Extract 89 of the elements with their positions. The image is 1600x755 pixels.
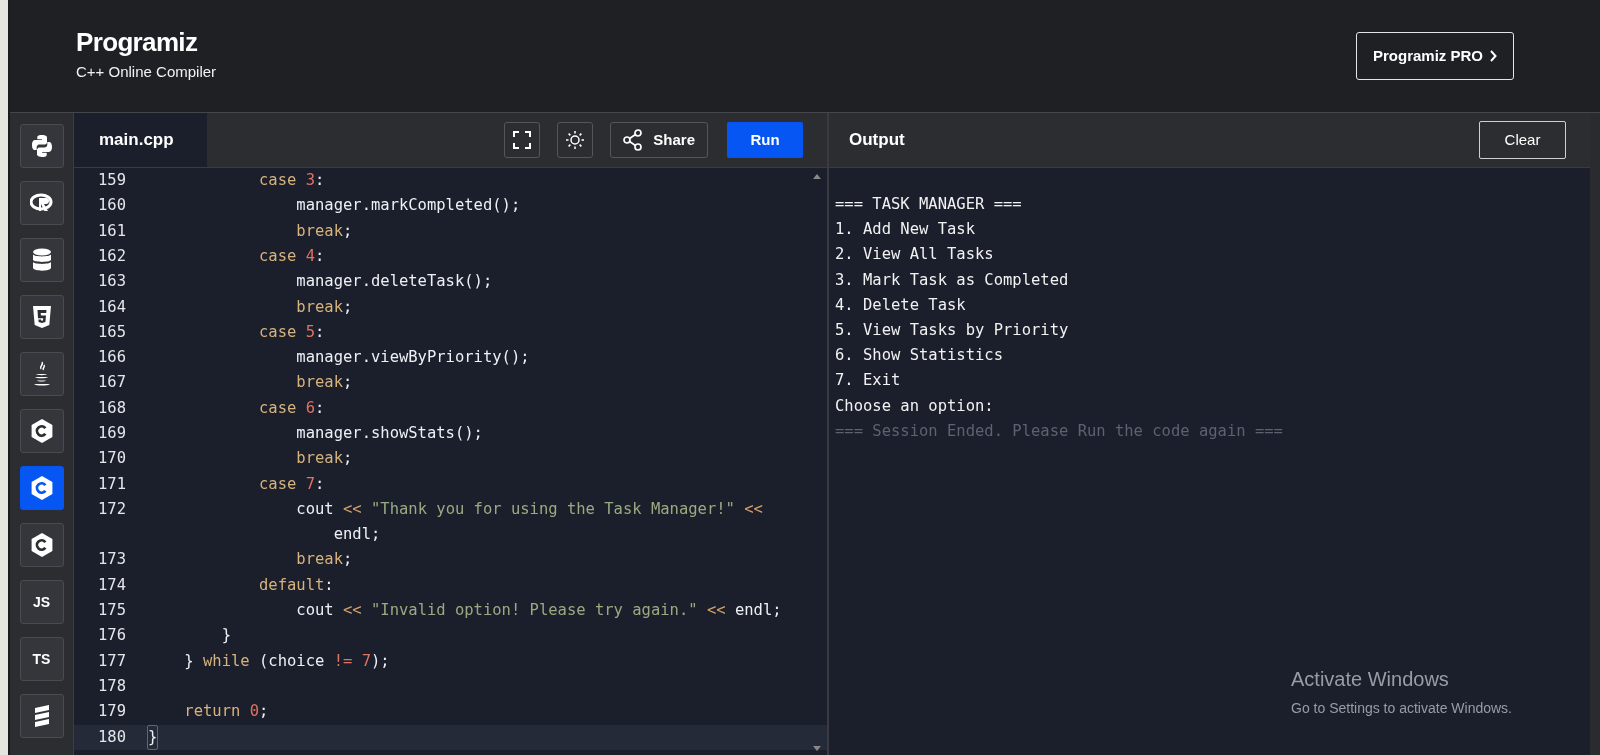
language-button[interactable]: [19, 523, 64, 567]
code-line: case 4:: [257, 245, 325, 267]
code-line: break;: [295, 372, 353, 394]
line-number: 180: [97, 726, 126, 748]
line-number: 161: [97, 220, 126, 242]
sun-icon: [565, 130, 586, 150]
line-number: 172: [97, 498, 126, 520]
line-number: 164: [97, 296, 126, 318]
line-number: 159: [97, 170, 126, 191]
code-line: break;: [295, 220, 353, 242]
code-line: manager.deleteTask();: [295, 271, 493, 293]
output-line: 1. Add New Task: [835, 219, 976, 241]
code-line: case 7:: [257, 473, 325, 495]
language-button[interactable]: [19, 181, 64, 225]
clear-button[interactable]: Clear: [1479, 121, 1566, 159]
code-line: break;: [295, 296, 353, 318]
code-line: break;: [295, 448, 353, 470]
share-button[interactable]: Share: [610, 122, 708, 158]
line-number: 167: [97, 372, 126, 394]
line-number: 160: [97, 195, 126, 217]
language-button[interactable]: [19, 466, 64, 510]
code-line: case 5:: [257, 321, 325, 343]
language-button[interactable]: [19, 295, 64, 339]
line-number: 166: [97, 347, 126, 369]
database-icon: [31, 248, 52, 272]
code-line: manager.showStats();: [295, 423, 483, 444]
language-button[interactable]: [19, 694, 64, 738]
output-line: 6. Show Statistics: [835, 345, 1004, 367]
panel-title: Output: [849, 129, 905, 152]
fullscreen-button[interactable]: [504, 122, 541, 158]
notice-title: Activate Windows: [1291, 667, 1450, 692]
scroll-down-icon[interactable]: [813, 746, 821, 751]
hexagon-logo-icon: [29, 475, 54, 501]
language-button[interactable]: JS: [19, 580, 64, 624]
code-line: } while (choice != 7);: [183, 650, 390, 672]
ring-logo-icon: [29, 192, 54, 214]
run-button[interactable]: Run: [727, 122, 803, 158]
output-line: 2. View All Tasks: [835, 244, 995, 266]
line-number: 163: [97, 271, 126, 293]
code-line: cout << "Thank you for using the Task Manager!" <<: [295, 498, 763, 520]
theme-button[interactable]: [557, 122, 594, 158]
output-line: 4. Delete Task: [835, 294, 967, 316]
notice-text: Go to Settings to activate Windows.: [1291, 699, 1512, 718]
code-line: manager.viewByPriority();: [295, 347, 530, 369]
line-number: 176: [97, 625, 126, 647]
snake-logo-icon: [29, 134, 54, 158]
line-number: 177: [97, 650, 126, 672]
site-logo[interactable]: Programiz: [76, 28, 217, 55]
shield-logo-icon: [31, 305, 52, 329]
output-line: 5. View Tasks by Priority: [835, 319, 1070, 341]
code-line: endl;: [332, 524, 381, 546]
output-line: 3. Mark Task as Completed: [835, 269, 1070, 291]
output-line: === Session Ended. Please Run the code again ===: [835, 420, 1284, 442]
scroll-up-icon[interactable]: [813, 174, 821, 179]
output-line: 7. Exit: [835, 370, 902, 392]
file-tab[interactable]: main.cpp: [74, 113, 207, 167]
line-number: 174: [97, 574, 126, 596]
line-number: 170: [97, 448, 126, 470]
pro-button[interactable]: Programiz PRO: [1355, 32, 1514, 80]
line-number: 178: [97, 675, 126, 697]
language-button[interactable]: [19, 352, 64, 396]
line-number: 169: [97, 423, 126, 444]
code-line: return 0;: [183, 701, 269, 723]
code-line: }: [220, 625, 231, 647]
chevron-right-icon: [1489, 50, 1497, 62]
language-button[interactable]: TS: [19, 637, 64, 681]
line-number: 171: [97, 473, 126, 495]
hexagon-logo-icon: [29, 532, 54, 558]
hexagon-logo-icon: [29, 418, 54, 444]
language-button[interactable]: [19, 409, 64, 453]
output-line: === TASK MANAGER ===: [835, 194, 1023, 215]
code-line: manager.markCompleted();: [295, 195, 521, 217]
code-line: default:: [257, 574, 334, 596]
line-number: 175: [97, 600, 126, 622]
output-line: Choose an option:: [835, 395, 995, 417]
line-number: 179: [97, 701, 126, 723]
page-subtitle: C++ Online Compiler: [76, 61, 217, 82]
language-button[interactable]: [19, 238, 64, 282]
code-line: case 3:: [257, 170, 325, 191]
fullscreen-icon: [513, 131, 532, 149]
line-number: 165: [97, 321, 126, 343]
line-number: 173: [97, 549, 126, 571]
line-number: 162: [97, 245, 126, 267]
language-button[interactable]: [19, 124, 64, 168]
code-line: cout << "Invalid option! Please try again." << endl;: [295, 600, 782, 622]
line-number: 168: [97, 397, 126, 419]
code-line: break;: [295, 549, 353, 571]
share-icon: [623, 129, 644, 151]
code-line: case 6:: [257, 397, 325, 419]
